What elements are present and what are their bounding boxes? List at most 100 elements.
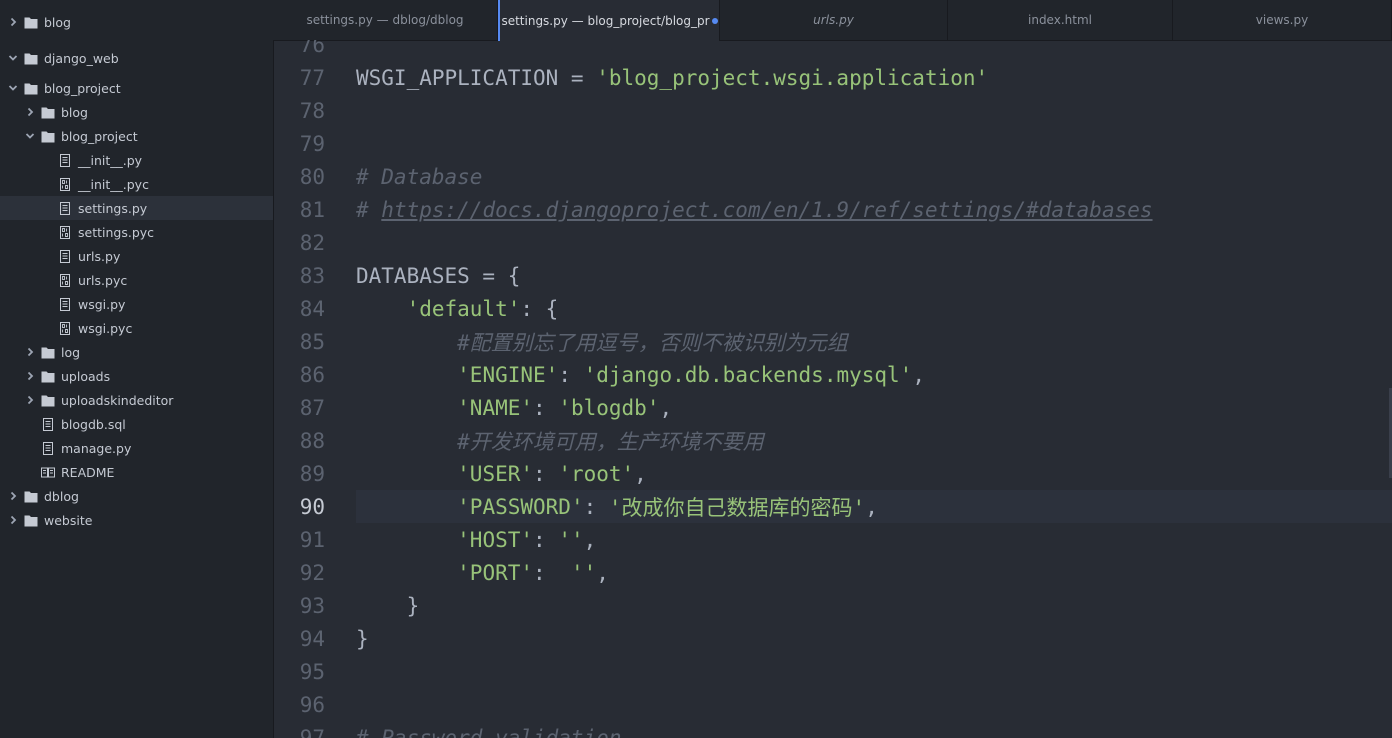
code-text[interactable] [356,688,1392,721]
code-line-90[interactable]: 90 'PASSWORD': '改成你自己数据库的密码', [273,490,1392,523]
tab-settings-py-dblog-dblog[interactable]: settings.py — dblog/dblog [273,0,498,40]
chevron-down-icon[interactable] [8,83,18,93]
code-text[interactable]: } [356,622,1392,655]
tree-file-wsgi.py[interactable]: wsgi.py [0,292,273,316]
code-line-94[interactable]: 94} [273,622,1392,655]
tree-folder-log[interactable]: log [0,340,273,364]
code-text[interactable]: 'HOST': '', [356,523,1392,556]
code-line-93[interactable]: 93 } [273,589,1392,622]
tree-item-label: django_web [44,50,119,66]
tree-item-label: README [61,464,115,480]
code-token: 'default' [406,296,521,321]
tree-item-label: log [61,344,81,360]
code-text[interactable]: 'PORT': '', [356,556,1392,589]
chevron-right-icon[interactable] [25,395,35,405]
code-line-80[interactable]: 80 # Database [273,160,1392,193]
code-text[interactable]: 'PASSWORD': '改成你自己数据库的密码', [356,490,1392,523]
tree-folder-blog_project[interactable]: blog_project [0,76,273,100]
code-text[interactable]: 'USER': 'root', [356,457,1392,490]
chevron-right-icon[interactable] [8,491,18,501]
tree-folder-website[interactable]: website [0,508,273,532]
code-link[interactable]: https://docs.djangoproject.com/en/1.9/re… [381,198,1152,222]
code-text[interactable]: # Database [356,160,1392,193]
tree-file-wsgi.pyc[interactable]: wsgi.pyc [0,316,273,340]
code-text[interactable]: #开发环境可用，生产环境不要用 [356,424,1392,457]
code-line-77[interactable]: 77 WSGI_APPLICATION = 'blog_project.wsgi.… [273,61,1392,94]
tree-file-__init__.pyc[interactable]: __init__.pyc [0,172,273,196]
code-text[interactable]: } [356,589,1392,622]
code-editor[interactable]: 76 77 WSGI_APPLICATION = 'blog_project.wsg… [273,40,1392,738]
code-text[interactable]: # Password validation [356,721,1392,738]
code-line-81[interactable]: 81 # https://docs.djangoproject.com/en/1.… [273,193,1392,226]
code-token: , [912,362,925,387]
tab-settings-py-blog-project-blog-pr[interactable]: settings.py — blog_project/blog_pr [498,0,720,41]
code-text[interactable]: DATABASES = { [356,259,1392,292]
code-line-89[interactable]: 89 'USER': 'root', [273,457,1392,490]
tree-file-settings.pyc[interactable]: settings.pyc [0,220,273,244]
code-text[interactable] [356,655,1392,688]
line-number: 89 [299,461,325,486]
code-text[interactable]: # https://docs.djangoproject.com/en/1.9/… [356,193,1392,226]
tree-item-label: urls.py [78,248,121,264]
code-text[interactable] [356,40,1392,61]
tree-file-README[interactable]: README [0,460,273,484]
tree-item-label: blogdb.sql [61,416,126,432]
tab-views-py[interactable]: views.py [1173,0,1392,40]
code-text[interactable] [356,127,1392,160]
chevron-right-icon[interactable] [25,371,35,381]
tree-file-__init__.py[interactable]: __init__.py [0,148,273,172]
chevron-right-icon[interactable] [25,107,35,117]
tab-label: settings.py — blog_project/blog_pr [501,13,710,28]
code-line-83[interactable]: 83 DATABASES = { [273,259,1392,292]
code-line-76[interactable]: 76 [273,40,1392,61]
code-line-88[interactable]: 88 #开发环境可用，生产环境不要用 [273,424,1392,457]
code-line-97[interactable]: 97 # Password validation [273,721,1392,738]
tree-folder-django_web[interactable]: django_web [0,46,273,70]
code-line-87[interactable]: 87 'NAME': 'blogdb', [273,391,1392,424]
code-line-92[interactable]: 92 'PORT': '', [273,556,1392,589]
chevron-right-icon[interactable] [8,515,18,525]
code-line-78[interactable]: 78 [273,94,1392,127]
tree-folder-uploads[interactable]: uploads [0,364,273,388]
code-line-95[interactable]: 95 [273,655,1392,688]
chevron-down-icon[interactable] [25,131,35,141]
tree-file-urls.pyc[interactable]: urls.pyc [0,268,273,292]
code-line-85[interactable]: 85 #配置别忘了用逗号，否则不被识别为元组 [273,325,1392,358]
tree-file-urls.py[interactable]: urls.py [0,244,273,268]
code-text[interactable] [356,94,1392,127]
tab-label: urls.py [813,13,854,27]
code-line-79[interactable]: 79 [273,127,1392,160]
file-text-icon [58,297,72,311]
code-line-82[interactable]: 82 [273,226,1392,259]
code-line-86[interactable]: 86 'ENGINE': 'django.db.backends.mysql', [273,358,1392,391]
tree-folder-blog[interactable]: blog [0,10,273,34]
tree-folder-dblog[interactable]: dblog [0,484,273,508]
tab-index-html[interactable]: index.html [948,0,1173,40]
code-token: 'PASSWORD' [457,494,584,519]
tree-item-label: settings.pyc [78,224,155,240]
tree-folder-blog_project[interactable]: blog_project [0,124,273,148]
code-line-96[interactable]: 96 [273,688,1392,721]
chevron-right-icon[interactable] [25,347,35,357]
code-text[interactable] [356,226,1392,259]
chevron-down-icon[interactable] [8,53,18,63]
tree-file-manage.py[interactable]: manage.py [0,436,273,460]
tree-folder-blog[interactable]: blog [0,100,273,124]
code-line-84[interactable]: 84 'default': { [273,292,1392,325]
code-text[interactable]: WSGI_APPLICATION = 'blog_project.wsgi.ap… [356,61,1392,94]
tree-file-blogdb.sql[interactable]: blogdb.sql [0,412,273,436]
folder-icon [24,16,38,29]
tab-urls-py[interactable]: urls.py [720,0,948,40]
code-text[interactable]: 'default': { [356,292,1392,325]
code-text[interactable]: 'NAME': 'blogdb', [356,391,1392,424]
tree-file-settings.py[interactable]: settings.py [0,196,273,220]
code-line-91[interactable]: 91 'HOST': '', [273,523,1392,556]
chevron-right-icon[interactable] [8,17,18,27]
code-text[interactable]: #配置别忘了用逗号，否则不被识别为元组 [356,325,1392,358]
code-text[interactable]: 'ENGINE': 'django.db.backends.mysql', [356,358,1392,391]
tree-folder-uploadskindeditor[interactable]: uploadskindeditor [0,388,273,412]
code-token: , [583,527,597,552]
tree-item-label: dblog [44,488,79,504]
